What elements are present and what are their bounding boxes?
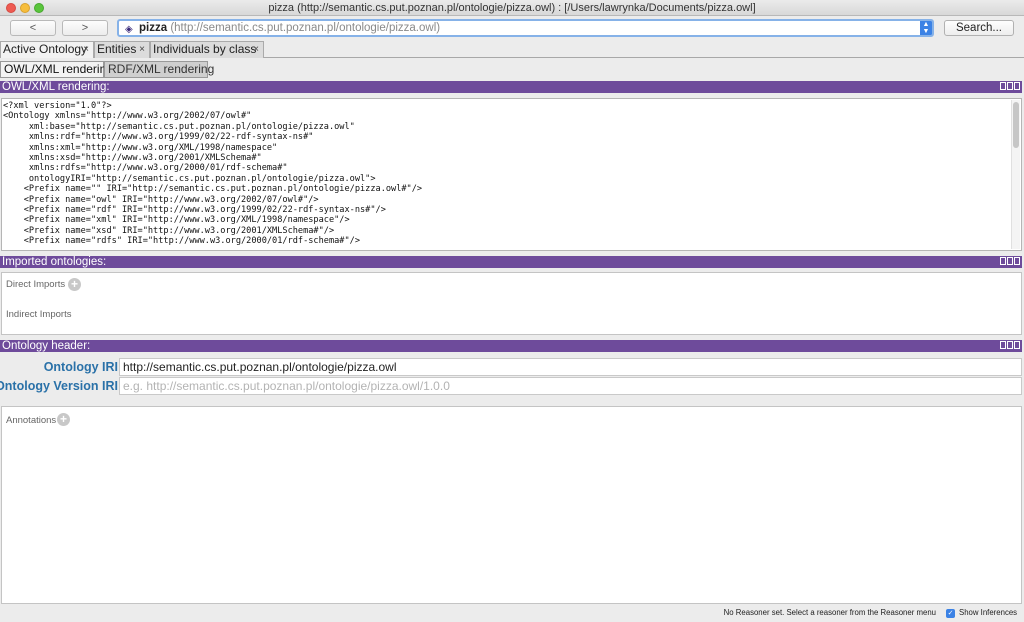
xml-line: xmlns:xml="http://www.w3.org/XML/1998/na… [3,142,278,153]
owl-xml-text-area[interactable]: <?xml version="1.0"?> <Ontology xmlns="ht… [1,98,1022,251]
owl-xml-source: <?xml version="1.0"?> <Ontology xmlns="ht… [2,99,1021,247]
xml-line: xml:base="http://semantic.cs.put.poznan.… [3,121,355,132]
imports-list: Direct Imports + Indirect Imports [1,272,1022,335]
xml-line: xmlns:xsd="http://www.w3.org/2001/XMLSch… [3,153,262,164]
tab-rdf-xml-rendering[interactable]: RDF/XML rendering [104,61,214,78]
minimize-window-icon[interactable] [20,3,30,13]
close-view-icon[interactable] [1014,82,1020,90]
panel-controls [1000,341,1020,351]
ontology-version-iri-label: Ontology Version IRI [0,379,118,393]
xml-line: <Prefix name="rdfs" IRI="http://www.w3.o… [3,236,360,247]
annotations-list: Annotations + [1,406,1022,604]
ontology-icon: ◈ [125,24,133,35]
xml-line: ontologyIRI="http://semantic.cs.put.pozn… [3,173,376,184]
xml-line: xmlns:rdfs="http://www.w3.org/2000/01/rd… [3,163,288,174]
close-window-icon[interactable] [6,3,16,13]
ontology-iri-field[interactable]: http://semantic.cs.put.poznan.pl/ontolog… [119,358,1022,376]
xml-line: <Prefix name="owl" IRI="http://www.w3.or… [3,194,319,205]
split-view-icon[interactable] [1000,82,1006,90]
panel-title: Ontology header: [2,340,91,352]
main-tabs: Active Ontology × Entities × Individuals… [0,40,1024,58]
close-view-icon[interactable] [1014,341,1020,349]
tab-label: Entities [97,42,137,56]
window-title: pizza (http://semantic.cs.put.poznan.pl/… [268,2,756,14]
xml-line: <Ontology xmlns="http://www.w3.org/2002/… [3,111,252,122]
xml-line: <?xml version="1.0"?> [3,101,112,111]
ontology-iri-label: Ontology IRI [43,360,118,374]
float-view-icon[interactable] [1007,341,1013,349]
xml-line: xmlns:rdf="http://www.w3.org/1999/02/22-… [3,132,314,143]
ontology-version-iri-field[interactable]: e.g. http://semantic.cs.put.poznan.pl/on… [119,377,1022,395]
close-view-icon[interactable] [1014,257,1020,265]
tab-owl-xml-rendering[interactable]: OWL/XML rendering [0,61,113,78]
scrollbar-thumb[interactable] [1013,102,1019,148]
toolbar: < > ◈ pizza (http://semantic.cs.put.pozn… [0,16,1024,40]
tab-label: Individuals by class [153,42,257,56]
title-bar: pizza (http://semantic.cs.put.poznan.pl/… [0,0,1024,16]
ontology-iri: (http://semantic.cs.put.poznan.pl/ontolo… [170,22,441,34]
indirect-imports-label: Indirect Imports [6,309,72,320]
dropdown-chevron-icon[interactable]: ▲ ▼ [920,21,932,35]
show-inferences-label: Show Inferences [959,608,1018,617]
owl-xml-panel-header: OWL/XML rendering: [0,81,1022,93]
split-view-icon[interactable] [1000,341,1006,349]
active-ontology-selector[interactable]: ◈ pizza (http://semantic.cs.put.poznan.p… [117,19,934,37]
ontology-iri-row: Ontology IRI http://semantic.cs.put.pozn… [0,358,1024,377]
add-annotation-icon[interactable]: + [57,413,70,426]
xml-line: <Prefix name="xml" IRI="http://www.w3.or… [3,215,350,226]
panel-title: OWL/XML rendering: [2,81,110,93]
xml-line: <Prefix name="" IRI="http://semantic.cs.… [3,184,423,195]
tab-entities[interactable]: Entities × [94,41,150,58]
back-button[interactable]: < [10,20,56,36]
close-icon[interactable]: × [253,42,259,57]
tab-active-ontology[interactable]: Active Ontology × [0,41,94,58]
panel-controls [1000,82,1020,92]
add-direct-import-icon[interactable]: + [68,278,81,291]
tab-individuals-by-class[interactable]: Individuals by class × [150,41,264,58]
close-icon[interactable]: × [139,42,145,57]
zoom-window-icon[interactable] [34,3,44,13]
float-view-icon[interactable] [1007,257,1013,265]
imports-panel-header: Imported ontologies: [0,256,1022,268]
forward-button[interactable]: > [62,20,108,36]
status-bar: No Reasoner set. Select a reasoner from … [0,604,1024,622]
ontology-name: pizza [139,22,168,34]
panel-title: Imported ontologies: [2,256,107,268]
float-view-icon[interactable] [1007,82,1013,90]
close-icon[interactable]: × [83,42,89,57]
rendering-tabs: OWL/XML rendering RDF/XML rendering [0,61,1024,79]
vertical-scrollbar[interactable] [1011,100,1020,249]
ontology-header-panel-header: Ontology header: [0,340,1022,352]
annotations-label: Annotations [6,415,57,426]
xml-line: <Prefix name="rdf" IRI="http://www.w3.or… [3,205,386,216]
ontology-version-iri-row: Ontology Version IRI e.g. http://semanti… [0,377,1024,396]
xml-line: <Prefix name="xsd" IRI="http://www.w3.or… [3,225,335,236]
search-button[interactable]: Search... [944,20,1014,36]
reasoner-status: No Reasoner set. Select a reasoner from … [723,608,936,617]
panel-controls [1000,257,1020,267]
split-view-icon[interactable] [1000,257,1006,265]
show-inferences-checkbox[interactable]: ✓ [946,609,955,618]
direct-imports-label: Direct Imports [6,279,66,290]
tab-label: Active Ontology [3,42,88,56]
